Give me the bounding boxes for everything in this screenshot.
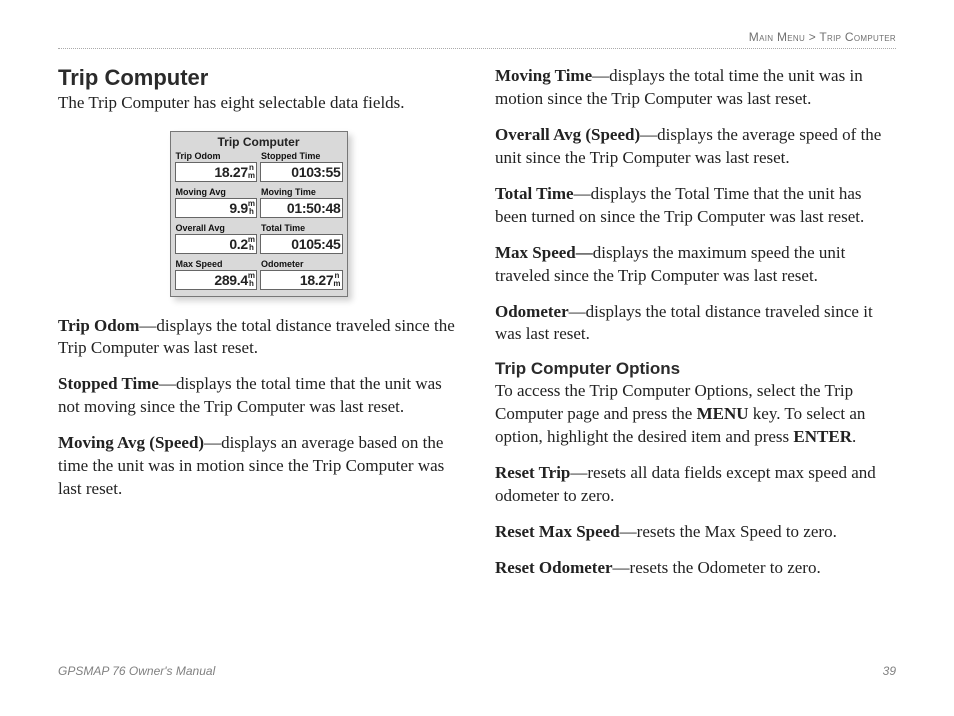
options-intro-part3: . bbox=[852, 427, 856, 446]
options-heading: Trip Computer Options bbox=[495, 359, 896, 379]
def-right-term: Total Time bbox=[495, 184, 574, 203]
page-footer: GPSMAP 76 Owner's Manual 39 bbox=[58, 664, 896, 678]
device-field-label: Moving Time bbox=[260, 188, 343, 198]
def-right-term: Moving Time bbox=[495, 66, 592, 85]
def-left-term: Trip Odom bbox=[58, 316, 139, 335]
def-right-item: Moving Time—displays the total time the … bbox=[495, 65, 896, 111]
device-field-label: Total Time bbox=[260, 224, 343, 234]
device-field: Odometer18.27nm bbox=[260, 260, 343, 290]
def-option-term: Reset Max Speed bbox=[495, 522, 620, 541]
unit-label: mh bbox=[248, 272, 255, 288]
options-intro: To access the Trip Computer Options, sel… bbox=[495, 380, 896, 449]
device-field: Total Time0105:45 bbox=[260, 224, 343, 254]
device-field-label: Odometer bbox=[260, 260, 343, 270]
breadcrumb-section: Main Menu bbox=[749, 30, 805, 44]
def-left-item: Moving Avg (Speed)—displays an average b… bbox=[58, 432, 459, 501]
device-field-value: 0105:45 bbox=[260, 234, 343, 254]
device-field-value: 9.9mh bbox=[175, 198, 258, 218]
unit-label: nm bbox=[248, 164, 255, 180]
def-option-item: Reset Odometer—resets the Odometer to ze… bbox=[495, 557, 896, 580]
def-option-item: Reset Max Speed—resets the Max Speed to … bbox=[495, 521, 896, 544]
device-field-value: 0.2mh bbox=[175, 234, 258, 254]
device-field-label: Moving Avg bbox=[175, 188, 258, 198]
footer-manual-title: GPSMAP 76 Owner's Manual bbox=[58, 664, 215, 678]
header-rule bbox=[58, 48, 896, 49]
page-title: Trip Computer bbox=[58, 65, 459, 91]
breadcrumb: Main Menu > Trip Computer bbox=[58, 30, 896, 44]
device-field: Max Speed289.4mh bbox=[175, 260, 258, 290]
def-option-term: Reset Odometer bbox=[495, 558, 613, 577]
def-option-term: Reset Trip bbox=[495, 463, 570, 482]
def-right-item: Max Speed—displays the maximum speed the… bbox=[495, 242, 896, 288]
menu-key: MENU bbox=[697, 404, 749, 423]
def-right-term: Odometer bbox=[495, 302, 569, 321]
intro-text: The Trip Computer has eight selectable d… bbox=[58, 92, 459, 115]
def-left-item: Trip Odom—displays the total distance tr… bbox=[58, 315, 459, 361]
enter-key: ENTER bbox=[793, 427, 852, 446]
device-field: Moving Avg9.9mh bbox=[175, 188, 258, 218]
def-left-term: Moving Avg (Speed) bbox=[58, 433, 204, 452]
unit-label: nm bbox=[333, 272, 340, 288]
def-right-item: Overall Avg (Speed)—displays the average… bbox=[495, 124, 896, 170]
device-field: Trip Odom18.27nm bbox=[175, 152, 258, 182]
def-right-item: Total Time—displays the Total Time that … bbox=[495, 183, 896, 229]
device-field: Stopped Time0103:55 bbox=[260, 152, 343, 182]
device-screenshot: Trip Computer Trip Odom18.27nmStopped Ti… bbox=[170, 131, 348, 297]
def-option-desc: —resets the Max Speed to zero. bbox=[620, 522, 837, 541]
footer-page-number: 39 bbox=[883, 664, 896, 678]
device-field-value: 01:50:48 bbox=[260, 198, 343, 218]
device-field-label: Stopped Time bbox=[260, 152, 343, 162]
device-field-value: 289.4mh bbox=[175, 270, 258, 290]
def-left-item: Stopped Time—displays the total time tha… bbox=[58, 373, 459, 419]
def-right-item: Odometer—displays the total distance tra… bbox=[495, 301, 896, 347]
breadcrumb-sep: > bbox=[805, 30, 819, 44]
unit-label: mh bbox=[248, 200, 255, 216]
unit-label: mh bbox=[248, 236, 255, 252]
device-field-value: 18.27nm bbox=[175, 162, 258, 182]
device-field: Overall Avg0.2mh bbox=[175, 224, 258, 254]
def-option-item: Reset Trip—resets all data fields except… bbox=[495, 462, 896, 508]
device-field-label: Trip Odom bbox=[175, 152, 258, 162]
def-right-term: Max Speed— bbox=[495, 243, 593, 262]
device-field-value: 0103:55 bbox=[260, 162, 343, 182]
device-field-value: 18.27nm bbox=[260, 270, 343, 290]
device-field-label: Overall Avg bbox=[175, 224, 258, 234]
device-field-label: Max Speed bbox=[175, 260, 258, 270]
breadcrumb-page: Trip Computer bbox=[819, 30, 896, 44]
def-right-term: Overall Avg (Speed) bbox=[495, 125, 640, 144]
device-title: Trip Computer bbox=[171, 132, 347, 152]
device-field: Moving Time01:50:48 bbox=[260, 188, 343, 218]
def-option-desc: —resets the Odometer to zero. bbox=[613, 558, 821, 577]
def-left-term: Stopped Time bbox=[58, 374, 159, 393]
